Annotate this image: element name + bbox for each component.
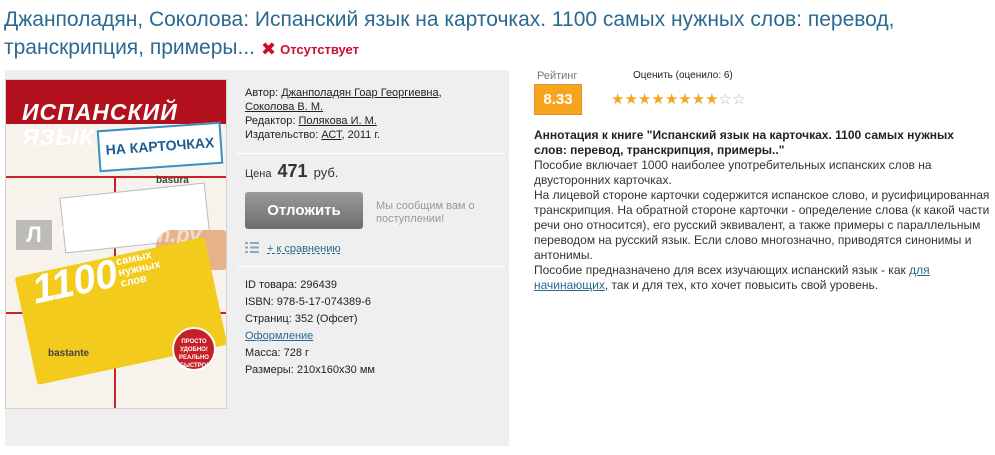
divider <box>237 153 505 154</box>
annotation-text: , так и для тех, кто хочет повысить свой… <box>604 278 879 292</box>
star-filled-icon[interactable]: ★ <box>611 91 624 108</box>
product-details: ID товара: 296439 ISBN: 978-5-17-074389-… <box>245 277 503 379</box>
design-link[interactable]: Оформление <box>245 330 313 342</box>
annotation-paragraph: Пособие включает 1000 наиболее употребит… <box>534 158 932 187</box>
weight: Масса: 728 г <box>245 347 310 359</box>
price-currency: руб. <box>313 165 339 180</box>
publisher-label: Издательство: <box>245 129 319 141</box>
product-id: ID товара: 296439 <box>245 279 337 291</box>
editor-row: Редактор: Полякова И. М. <box>245 114 503 128</box>
author-row: Автор: Джанполадян Гоар Георгиевна, <box>245 86 503 100</box>
annotation-heading: Аннотация к книге "Испанский язык на кар… <box>534 128 954 157</box>
author-link[interactable]: Джанполадян Гоар Георгиевна <box>281 87 438 99</box>
dimensions: Размеры: 210x160x30 мм <box>245 364 375 376</box>
star-filled-icon[interactable]: ★ <box>624 91 637 108</box>
cover-grid-line <box>6 176 226 178</box>
rating-score: 8.33 <box>534 84 582 115</box>
star-filled-icon[interactable]: ★ <box>651 91 664 108</box>
star-filled-icon[interactable]: ★ <box>665 91 678 108</box>
page-title: Джанполадян, Соколова: Испанский язык на… <box>4 6 989 64</box>
book-cover-image[interactable]: ИСПАНСКИЙ ЯЗЫК НА КАРТОЧКАХ basura Л Лаб… <box>5 79 227 409</box>
star-filled-icon[interactable]: ★ <box>678 91 691 108</box>
star-filled-icon[interactable]: ★ <box>705 91 718 108</box>
notify-text: Мы сообщим вам о поступлении! <box>376 200 475 225</box>
labirint-logo: Л <box>16 220 52 250</box>
annotation-paragraph: Пособие предназначено для всех изучающих… <box>534 263 990 293</box>
author-row-2: Соколова В. М. <box>245 100 503 114</box>
title-text: Джанполадян, Соколова: Испанский язык на… <box>4 8 895 59</box>
annotation-paragraph: На лицевой стороне карточки содержится и… <box>534 188 990 262</box>
star-empty-icon[interactable]: ☆ <box>719 91 732 108</box>
star-filled-icon[interactable]: ★ <box>692 91 705 108</box>
editor-link[interactable]: Полякова И. М. <box>298 115 376 127</box>
availability-label: Отсутствует <box>280 42 359 57</box>
publisher-link[interactable]: АСТ <box>321 129 341 141</box>
price-label: Цена <box>245 168 272 180</box>
publish-year: , 2011 г. <box>341 129 381 141</box>
author-link[interactable]: Соколова В. М. <box>245 101 323 113</box>
close-icon: ✖ <box>261 39 277 59</box>
book-meta: Автор: Джанполадян Гоар Георгиевна, Соко… <box>245 86 503 142</box>
compare-link[interactable]: + к сравнению <box>245 242 341 256</box>
pages: Страниц: 352 (Офсет) <box>245 313 358 325</box>
rating-label: Рейтинг <box>537 70 578 82</box>
compare-label: + к сравнению <box>267 243 341 255</box>
availability-status: ✖ Отсутствует <box>261 39 359 59</box>
annotation: Аннотация к книге "Испанский язык на кар… <box>534 128 990 293</box>
editor-label: Редактор: <box>245 115 296 127</box>
annotation-text: Пособие предназначено для всех изучающих… <box>534 263 910 277</box>
star-filled-icon[interactable]: ★ <box>638 91 651 108</box>
compare-list-icon <box>245 242 259 253</box>
cover-subtitle: НА КАРТОЧКАХ <box>96 121 224 173</box>
isbn: ISBN: 978-5-17-074389-6 <box>245 296 371 308</box>
postpone-button[interactable]: Отложить <box>245 192 363 229</box>
cover-word: bastante <box>48 348 90 359</box>
author-label: Автор: <box>245 87 279 99</box>
publisher-row: Издательство: АСТ, 2011 г. <box>245 128 503 142</box>
comma-separator: , <box>438 87 442 99</box>
cover-badge: ПРОСТО УДОБНО! РЕАЛЬНО БЫСТРО! <box>172 327 216 371</box>
price: Цена 471 руб. <box>245 161 339 181</box>
star-empty-icon[interactable]: ☆ <box>732 91 745 108</box>
rating-stars[interactable]: ★★★★★★★★☆☆ <box>611 92 746 108</box>
rate-label: Оценить (оценило: 6) <box>633 70 733 81</box>
price-value: 471 <box>277 161 308 181</box>
divider <box>237 266 505 267</box>
